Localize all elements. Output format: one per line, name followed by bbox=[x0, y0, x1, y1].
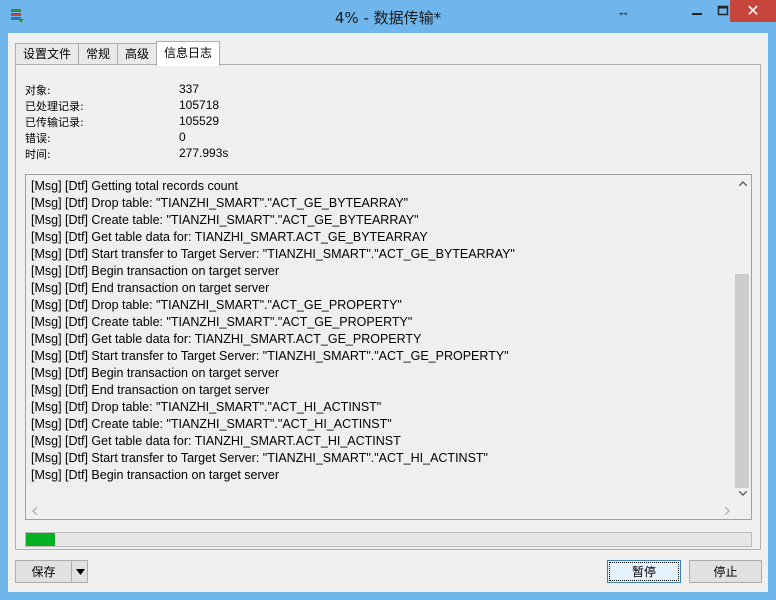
dialog-client: 设置文件 常规 高级 信息日志 对象: 337 已处理记录: 105718 已传… bbox=[8, 33, 768, 592]
stop-button[interactable]: 停止 bbox=[689, 560, 762, 583]
tab-profile[interactable]: 设置文件 bbox=[15, 43, 80, 65]
log-line: [Msg] [Dtf] Begin transaction on target … bbox=[31, 366, 280, 380]
scroll-left-arrow-icon[interactable] bbox=[26, 502, 43, 519]
scrollbar-corner bbox=[734, 502, 751, 519]
scroll-down-arrow-icon[interactable] bbox=[734, 485, 751, 502]
app-window: 4% - 数据传输* ↔ ✕ 设置文件 常规 高级 信息日志 对象: 337 已… bbox=[0, 0, 776, 600]
maximize-icon bbox=[717, 5, 729, 16]
stat-label: 已传输记录: bbox=[25, 116, 84, 129]
log-line: [Msg] [Dtf] Drop table: "TIANZHI_SMART".… bbox=[31, 400, 382, 414]
progress-bar bbox=[25, 532, 752, 547]
save-dropdown-button[interactable] bbox=[71, 561, 88, 582]
stat-value: 105718 bbox=[179, 98, 220, 112]
tab-advanced[interactable]: 高级 bbox=[117, 43, 158, 65]
log-line: [Msg] [Dtf] End transaction on target se… bbox=[31, 281, 270, 295]
scroll-up-arrow-icon[interactable] bbox=[734, 175, 751, 192]
log-line: [Msg] [Dtf] Getting total records count bbox=[31, 179, 239, 193]
stat-value: 105529 bbox=[179, 114, 220, 128]
tab-general[interactable]: 常规 bbox=[78, 43, 119, 65]
stat-value: 0 bbox=[179, 130, 186, 144]
stat-label: 时间: bbox=[25, 148, 51, 161]
progress-fill bbox=[26, 533, 55, 546]
close-icon: ✕ bbox=[746, 3, 760, 20]
pause-button-label: 暂停 bbox=[609, 562, 679, 581]
log-line: [Msg] [Dtf] Get table data for: TIANZHI_… bbox=[31, 332, 422, 346]
log-line: [Msg] [Dtf] Drop table: "TIANZHI_SMART".… bbox=[31, 196, 409, 210]
log-line: [Msg] [Dtf] End transaction on target se… bbox=[31, 383, 270, 397]
tab-message-log[interactable]: 信息日志 bbox=[156, 41, 221, 66]
stat-label: 错误: bbox=[25, 132, 51, 145]
log-line: [Msg] [Dtf] Get table data for: TIANZHI_… bbox=[31, 434, 401, 448]
log-line: [Msg] [Dtf] Start transfer to Target Ser… bbox=[31, 247, 515, 261]
pause-button[interactable]: 暂停 bbox=[607, 560, 681, 583]
chevron-down-icon bbox=[75, 568, 85, 575]
vertical-scroll-thumb[interactable] bbox=[735, 274, 749, 488]
log-line: [Msg] [Dtf] Get table data for: TIANZHI_… bbox=[31, 230, 428, 244]
window-title: 4% - 数据传输* bbox=[334, 9, 442, 27]
minimize-button[interactable] bbox=[684, 0, 710, 22]
log-line: [Msg] [Dtf] Drop table: "TIANZHI_SMART".… bbox=[31, 298, 402, 312]
stat-value: 337 bbox=[179, 82, 200, 96]
log-line: [Msg] [Dtf] Start transfer to Target Ser… bbox=[31, 451, 488, 465]
resize-icon: ↔ bbox=[617, 4, 630, 19]
log-lines: [Msg] [Dtf] Getting total records count … bbox=[31, 179, 515, 485]
save-split-button: 保存 bbox=[15, 560, 88, 583]
log-line: [Msg] [Dtf] Begin transaction on target … bbox=[31, 468, 280, 482]
vertical-scrollbar[interactable] bbox=[734, 175, 751, 502]
stat-value: 277.993s bbox=[179, 146, 229, 160]
stat-processed-records: 已处理记录: 105718 bbox=[25, 98, 228, 114]
message-log-panel: 对象: 337 已处理记录: 105718 已传输记录: 105529 错误: … bbox=[15, 64, 761, 550]
stat-label: 已处理记录: bbox=[25, 100, 84, 113]
stat-objects: 对象: 337 bbox=[25, 82, 228, 98]
log-line: [Msg] [Dtf] Create table: "TIANZHI_SMART… bbox=[31, 417, 392, 431]
log-line: [Msg] [Dtf] Begin transaction on target … bbox=[31, 264, 280, 278]
save-button[interactable]: 保存 bbox=[16, 561, 71, 582]
stat-errors: 错误: 0 bbox=[25, 130, 228, 146]
log-line: [Msg] [Dtf] Create table: "TIANZHI_SMART… bbox=[31, 213, 419, 227]
log-line: [Msg] [Dtf] Create table: "TIANZHI_SMART… bbox=[31, 315, 413, 329]
tab-strip: 设置文件 常规 高级 信息日志 bbox=[15, 41, 221, 66]
stat-label: 对象: bbox=[25, 84, 51, 97]
stats-block: 对象: 337 已处理记录: 105718 已传输记录: 105529 错误: … bbox=[25, 82, 228, 162]
stat-time: 时间: 277.993s bbox=[25, 146, 228, 162]
log-line: [Msg] [Dtf] Start transfer to Target Ser… bbox=[31, 349, 509, 363]
title-bar[interactable]: 4% - 数据传输* ↔ ✕ bbox=[0, 0, 776, 33]
close-button[interactable]: ✕ bbox=[730, 0, 776, 22]
minimize-icon bbox=[692, 13, 702, 15]
horizontal-scrollbar[interactable] bbox=[26, 502, 736, 519]
log-textarea[interactable]: [Msg] [Dtf] Getting total records count … bbox=[25, 174, 752, 520]
stat-transferred-records: 已传输记录: 105529 bbox=[25, 114, 228, 130]
